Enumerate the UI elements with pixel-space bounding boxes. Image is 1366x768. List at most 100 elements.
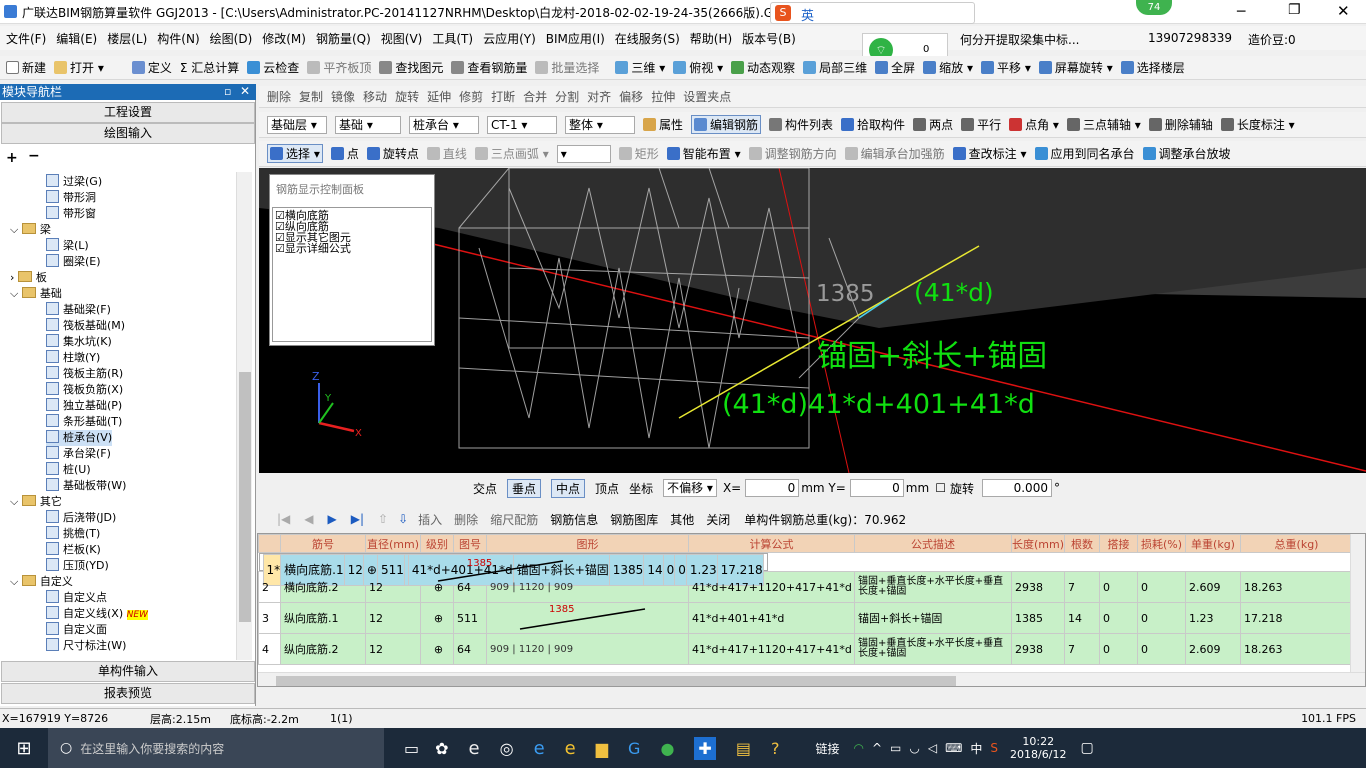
arc-button[interactable]: 三点画弧 ▾ [474, 145, 549, 162]
tray-sogou-icon[interactable]: S [990, 741, 998, 755]
tree-folder-other[interactable]: ⌵ 其它 [10, 494, 62, 510]
price-beans[interactable]: 造价豆:0 [1248, 31, 1296, 48]
col-header-unit-weight[interactable]: 单重(kg) [1185, 534, 1241, 553]
tree-item-raft[interactable]: 筏板基础(M) [46, 318, 125, 334]
windows-start-icon[interactable]: ⊞ [0, 738, 48, 759]
grid-hscroll-thumb[interactable] [276, 676, 956, 686]
cell-formula[interactable]: 41*d+401+41*d [688, 602, 855, 634]
grid-delete-button[interactable]: 删除 [454, 511, 478, 528]
tree-item-custom-face[interactable]: 自定义面 [46, 622, 107, 638]
edge-icon[interactable]: e [534, 738, 545, 759]
col-header-formula[interactable]: 计算公式 [688, 534, 855, 553]
break-button[interactable]: 打断 [491, 88, 515, 105]
row-index[interactable]: 4 [258, 633, 281, 665]
project-settings-button[interactable]: 工程设置 [1, 102, 255, 123]
cell-shape[interactable]: 909 | 1120 | 909 [486, 633, 689, 665]
cell-diameter[interactable]: 12 [365, 602, 421, 634]
pan-button[interactable]: 平移 ▾ [981, 59, 1031, 76]
scope-select[interactable]: 整体 ▾ [565, 115, 635, 134]
local-3d-button[interactable]: 局部三维 [803, 59, 867, 76]
merge-button[interactable]: 合并 [523, 88, 547, 105]
cell-lap[interactable]: 0 [1099, 633, 1138, 665]
snap-perpendicular[interactable]: 垂点 [507, 478, 542, 498]
tree-item-coping[interactable]: 压顶(YD) [46, 558, 109, 574]
rotate-input[interactable]: 0.000 [981, 479, 1052, 497]
parallel-button[interactable]: 平行 [961, 116, 1001, 133]
rect-button[interactable]: 矩形 [618, 145, 659, 162]
row-index[interactable]: 3 [258, 602, 281, 634]
open-button[interactable]: 打开 ▾ [54, 59, 104, 76]
point-angle-button[interactable]: 点角 ▾ [1009, 116, 1059, 133]
menu-online[interactable]: 在线服务(S) [615, 30, 680, 47]
tree-item-strip-footing[interactable]: 条形基础(T) [46, 414, 122, 430]
tree-item-lintel[interactable]: 过梁(G) [46, 174, 102, 190]
edit-rebar-button[interactable]: 编辑钢筋 [691, 115, 762, 134]
snap-intersection[interactable]: 交点 [473, 480, 497, 497]
cell-unit-weight[interactable]: 2.609 [1185, 571, 1241, 603]
taskbar-search-box[interactable]: ○ 在这里输入你要搜索的内容 [48, 728, 384, 768]
snap-vertex[interactable]: 顶点 [595, 480, 619, 497]
mirror-button[interactable]: 镜像 [331, 88, 355, 105]
app-icon-ie[interactable]: e [469, 738, 480, 759]
cell-total-weight[interactable]: 18.263 [1240, 633, 1353, 665]
cell-description[interactable]: 锚固+垂直长度+水平长度+垂直长度+锚固 [854, 571, 1012, 603]
orbit-button[interactable]: 动态观察 [731, 59, 795, 76]
length-dim-button[interactable]: 长度标注 ▾ [1220, 116, 1295, 133]
extend-button[interactable]: 延伸 [427, 88, 451, 105]
tree-item-pile[interactable]: 桩(U) [46, 462, 91, 478]
menu-tools[interactable]: 工具(T) [432, 30, 473, 47]
align-button[interactable]: 对齐 [587, 88, 611, 105]
offset-select[interactable]: 不偏移 ▾ [663, 479, 717, 497]
table-row[interactable]: 1* 横向底筋.1 12 ⊕ 511 1385 41*d+401+41*d 锚固… [258, 553, 768, 586]
cell-length[interactable]: 1385 [608, 554, 645, 586]
tree-item-strip-hole[interactable]: 带形洞 [46, 190, 96, 206]
new-button[interactable]: 新建 [6, 59, 46, 76]
col-header-loss[interactable]: 损耗(%) [1137, 534, 1186, 553]
rotate-point-button[interactable]: 旋转点 [366, 145, 419, 162]
notification-icon[interactable]: ▢ [1080, 740, 1093, 756]
cell-diameter[interactable]: 12 [365, 633, 421, 665]
move-button[interactable]: 移动 [363, 88, 387, 105]
rebar-library-button[interactable]: 钢筋图库 [610, 511, 658, 528]
collapse-all-icon[interactable]: − [28, 148, 40, 164]
move-up-icon[interactable]: ⇧ [378, 512, 388, 526]
type-select[interactable]: 桩承台 ▾ [409, 115, 479, 134]
cell-lap[interactable]: 0 [1099, 571, 1138, 603]
tree-item-pile-cap[interactable]: 桩承台(V) [46, 430, 113, 446]
tree-item-raft-neg-rebar[interactable]: 筏板负筋(X) [46, 382, 123, 398]
cloud-check-button[interactable]: 云检查 [247, 59, 299, 76]
rotate-button[interactable]: 旋转 [395, 88, 419, 105]
rotate-screen-button[interactable]: 屏幕旋转 ▾ [1038, 59, 1113, 76]
cell-grade[interactable]: ⊕ [420, 633, 454, 665]
cell-total-weight[interactable]: 17.218 [1240, 602, 1353, 634]
snap-midpoint[interactable]: 中点 [551, 478, 586, 498]
tree-item-dimension[interactable]: 尺寸标注(W) [46, 638, 126, 652]
menu-component[interactable]: 构件(N) [157, 30, 199, 47]
tree-folder-beam[interactable]: ⌵ 梁 [10, 222, 51, 238]
tray-keyboard-icon[interactable]: ⌨ [945, 741, 962, 755]
rotate-checkbox[interactable]: ☐ [935, 481, 946, 495]
category-select[interactable]: 基础 ▾ [335, 115, 401, 134]
tray-lang[interactable]: 中 [970, 740, 982, 757]
delete-axis-button[interactable]: 删除辅轴 [1148, 116, 1213, 133]
table-row[interactable]: 4 纵向底筋.2 12 ⊕ 64 909 | 1120 | 909 41*d+4… [258, 633, 1353, 665]
summary-button[interactable]: Σ 汇总计算 [180, 59, 239, 76]
cell-loss[interactable]: 0 [674, 554, 687, 586]
help-icon[interactable]: ? [771, 739, 780, 758]
cell-length[interactable]: 1385 [1011, 602, 1065, 634]
cell-loss[interactable]: 0 [1137, 633, 1186, 665]
pin-icon[interactable]: ▫ [224, 85, 231, 98]
tray-clock[interactable]: 10:22 2018/6/12 [1010, 735, 1066, 761]
menu-modify[interactable]: 修改(M) [262, 30, 306, 47]
grid-vscrollbar[interactable] [1350, 534, 1365, 674]
col-header-total-weight[interactable]: 总重(kg) [1240, 534, 1353, 553]
next-record-icon[interactable]: ▶ [328, 512, 337, 526]
zoom-button[interactable]: 缩放 ▾ [923, 59, 973, 76]
ime-toolbar[interactable]: S 英 [770, 2, 975, 24]
cell-bar-no[interactable]: 纵向底筋.1 [280, 602, 366, 634]
trim-button[interactable]: 修剪 [459, 88, 483, 105]
point-button[interactable]: 点 [330, 145, 359, 162]
cell-formula[interactable]: 41*d+417+1120+417+41*d [688, 633, 855, 665]
cell-diameter[interactable]: 12 [343, 554, 364, 586]
menu-version[interactable]: 版本号(B) [742, 30, 796, 47]
